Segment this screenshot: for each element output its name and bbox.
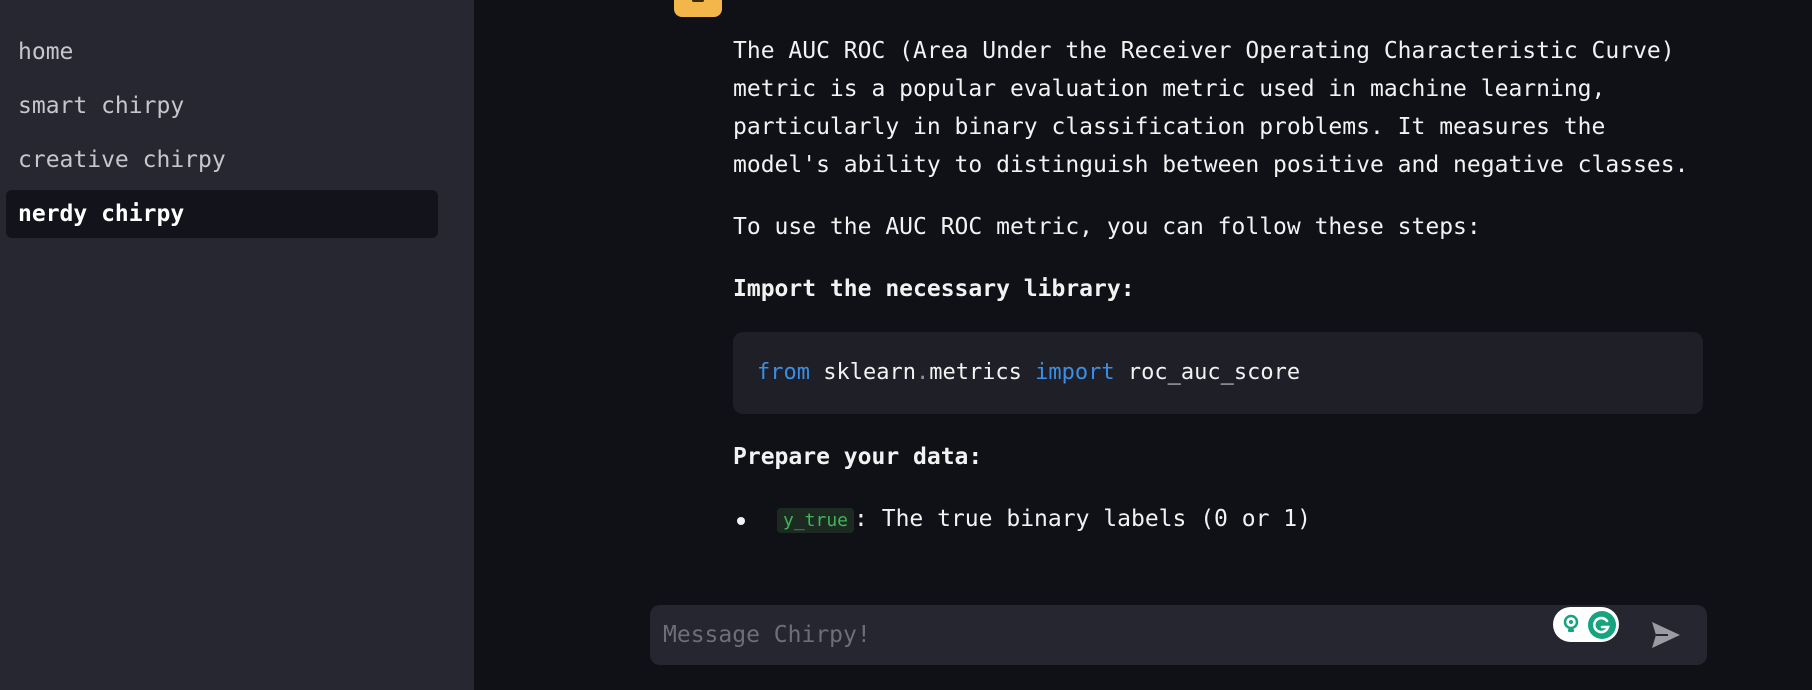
send-icon[interactable] <box>1650 620 1682 650</box>
inline-code: y_true <box>777 508 855 533</box>
list-item-text: : The true binary labels (0 or 1) <box>854 506 1311 532</box>
message-composer <box>650 605 1707 665</box>
step-heading-prepare: Prepare your data: <box>733 444 983 470</box>
code-keyword: from <box>757 360 810 385</box>
step-heading-import: Import the necessary library: <box>733 276 1135 302</box>
sidebar: home smart chirpy creative chirpy nerdy … <box>0 0 474 690</box>
list-item: y_true: The true binary labels (0 or 1) <box>733 500 1703 540</box>
code-keyword: import <box>1035 360 1115 385</box>
chirpy-avatar-icon <box>674 0 722 17</box>
code-submodule: metrics <box>929 360 1022 385</box>
grammarly-widget[interactable] <box>1553 607 1619 642</box>
sidebar-item-nerdy-chirpy[interactable]: nerdy chirpy <box>6 190 438 238</box>
code-dot: . <box>915 360 930 385</box>
message-steps-intro: To use the AUC ROC metric, you can follo… <box>733 214 1481 240</box>
code-name: roc_auc_score <box>1127 360 1301 385</box>
message-intro: The AUC ROC (Area Under the Receiver Ope… <box>733 38 1689 178</box>
message-input[interactable] <box>650 605 1550 665</box>
code-module: sklearn <box>823 360 916 385</box>
chat-panel: The AUC ROC (Area Under the Receiver Ope… <box>474 0 1812 690</box>
bullet-list: y_true: The true binary labels (0 or 1) <box>733 500 1703 540</box>
sidebar-item-creative-chirpy[interactable]: creative chirpy <box>6 136 438 184</box>
sidebar-item-smart-chirpy[interactable]: smart chirpy <box>6 82 438 130</box>
lightbulb-icon <box>1563 614 1579 632</box>
grammarly-icon <box>1588 611 1616 639</box>
sidebar-item-home[interactable]: home <box>6 28 438 76</box>
assistant-message: The AUC ROC (Area Under the Receiver Ope… <box>733 32 1703 540</box>
code-block: from sklearn.metrics import roc_auc_scor… <box>733 332 1703 414</box>
